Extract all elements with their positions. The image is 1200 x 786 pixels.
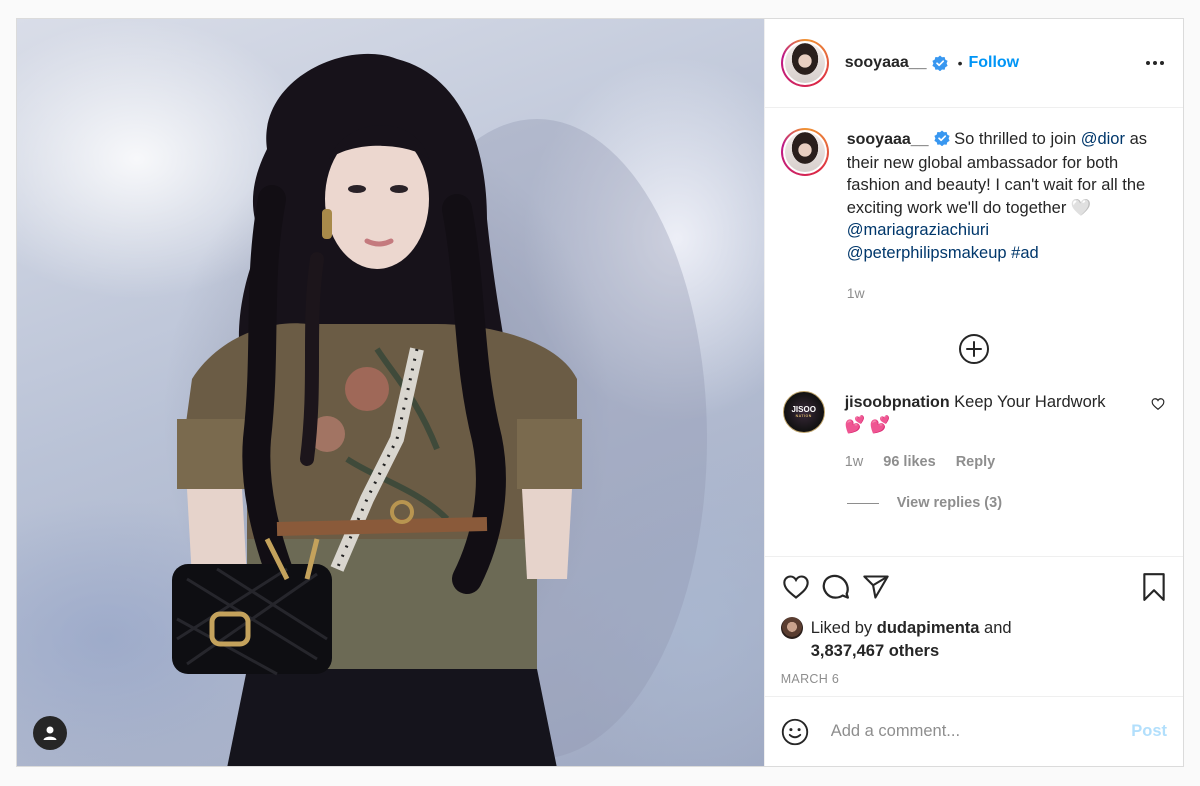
save-button[interactable] [1127,567,1167,607]
caption-author-avatar[interactable] [780,128,829,176]
white-heart-emoji: 🤍 [1070,198,1092,217]
share-button[interactable] [861,567,901,607]
comment-time[interactable]: 1w [845,451,864,474]
add-comment-input[interactable] [830,722,1132,741]
post-header: sooyaaa__ • Follow [764,19,1183,108]
emoji-button[interactable] [781,716,813,748]
comment-emoji: 💕 💕 [844,416,891,434]
commenter-avatar-text: JISOO [791,405,816,414]
person-icon [43,726,57,740]
view-replies-label: View replies (3) [896,495,1003,511]
more-options-icon [1146,61,1164,65]
liked-by-prefix: Liked by [810,619,877,637]
add-comment-bar: Post [764,696,1183,766]
author-username[interactable]: sooyaaa__ [845,54,927,72]
mention-peterphilipsmakeup[interactable]: @peterphilipsmakeup [847,244,1007,262]
like-button[interactable] [781,567,821,607]
caption-username[interactable]: sooyaaa__ [847,131,929,148]
mention-dior[interactable]: @dior [1081,130,1125,148]
liked-by: Liked by dudapimenta and 3,837,467 other… [780,617,1167,662]
user-tags-button[interactable] [33,716,67,750]
post-actions-area: Liked by dudapimenta and 3,837,467 other… [764,556,1183,696]
comment-like-button[interactable] [1151,397,1165,416]
comment-icon [822,574,849,599]
paper-plane-icon [863,575,889,599]
reply-button[interactable]: Reply [956,451,996,474]
bookmark-icon [1143,573,1165,601]
liker-avatar[interactable] [780,617,803,639]
header-separator: • [957,55,963,71]
comment-meta: 1w 96 likes Reply [845,451,1145,474]
liked-by-user[interactable]: dudapimenta [877,619,980,637]
heart-icon [783,575,809,599]
follow-button[interactable]: Follow [968,54,1019,72]
comment-body: jisoobpnation Keep Your Hardwork 💕 💕 1w … [845,391,1145,474]
comment-button[interactable] [821,567,861,607]
comments-section: sooyaaa__ So thrilled to join @dior as t… [765,108,1183,556]
plus-circle-icon [958,333,989,364]
commenter-avatar-subtext: NATION [795,414,812,418]
caption-time[interactable]: 1w [847,282,1167,305]
action-bar [781,557,1167,617]
commenter-avatar[interactable]: JISOO NATION [782,390,825,433]
post-date[interactable]: MARCH 6 [781,672,1167,686]
heart-icon [1151,397,1165,410]
post-photo[interactable] [17,19,764,766]
smiley-icon [781,718,808,745]
caption: sooyaaa__ So thrilled to join @dior as t… [780,128,1167,305]
comment-text: Keep Your Hardwork [949,392,1106,411]
mention-mariagraziachiuri[interactable]: @mariagraziachiuri [847,221,989,239]
more-options-button[interactable] [1143,51,1167,75]
liked-by-middle: and [979,619,1012,637]
caption-text-before: So thrilled to join [949,130,1081,148]
comment-item: JISOO NATION jisoobpnation Keep Your Har… [781,390,1167,474]
verified-badge-icon [933,130,950,146]
post-container: sooyaaa__ • Follow sooyaaa__ So thrilled… [16,18,1184,767]
view-replies-button[interactable]: View replies (3) [846,495,1167,511]
load-more-comments-button[interactable] [781,333,1167,365]
comment-likes[interactable]: 96 likes [883,451,935,474]
liked-by-others[interactable]: 3,837,467 others [811,642,939,660]
caption-body: sooyaaa__ So thrilled to join @dior as t… [847,128,1167,305]
verified-badge-icon [931,55,948,71]
commenter-username[interactable]: jisoobpnation [845,394,950,411]
hashtag-ad[interactable]: #ad [1011,244,1039,262]
author-avatar[interactable] [780,39,829,87]
post-side-panel: sooyaaa__ • Follow sooyaaa__ So thrilled… [763,19,1183,766]
post-comment-button[interactable]: Post [1131,722,1167,741]
photo-illustration [172,53,707,766]
